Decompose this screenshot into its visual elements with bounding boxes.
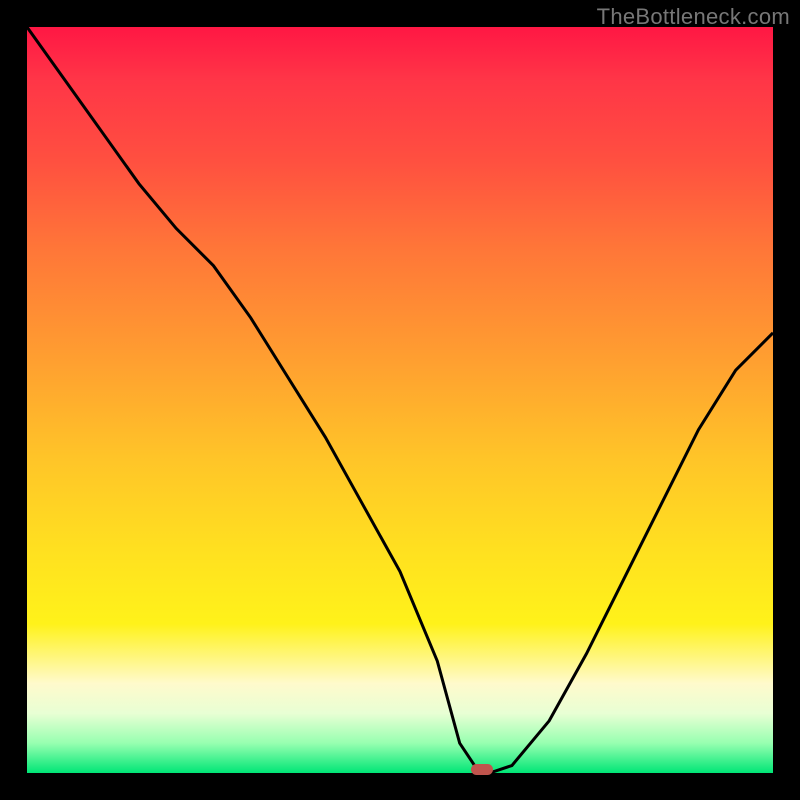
bottleneck-curve	[27, 27, 773, 773]
curve-path	[27, 27, 773, 773]
chart-frame: TheBottleneck.com	[0, 0, 800, 800]
watermark-text: TheBottleneck.com	[597, 4, 790, 30]
plot-area	[27, 27, 773, 773]
optimal-marker	[471, 764, 493, 775]
